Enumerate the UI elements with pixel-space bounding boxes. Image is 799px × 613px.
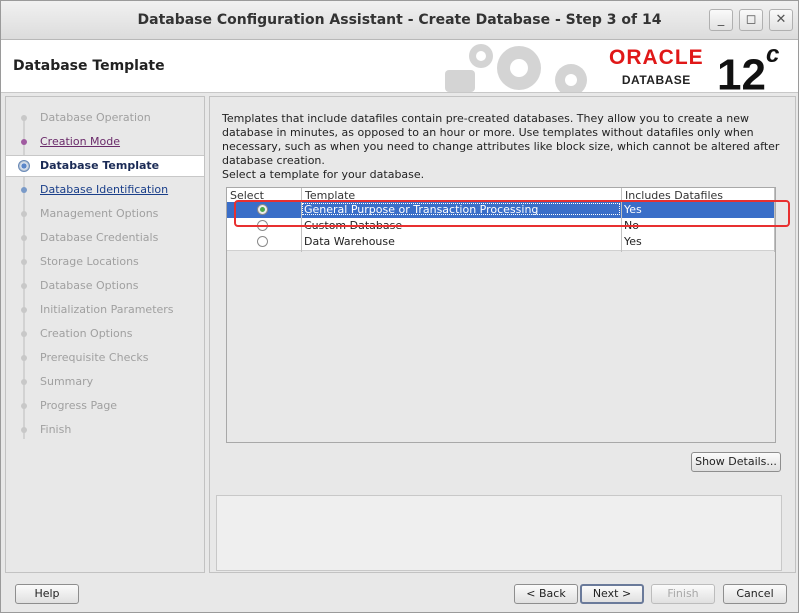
oracle-logo: ORACLE DATABASE bbox=[609, 46, 704, 88]
step-label: Summary bbox=[40, 375, 94, 388]
maximize-icon[interactable]: ◻ bbox=[739, 9, 763, 31]
help-button[interactable]: Help bbox=[15, 584, 79, 604]
oracle-brand: ORACLE bbox=[609, 46, 704, 69]
step-item: Database Operation bbox=[6, 107, 204, 129]
show-details-label: Show Details... bbox=[695, 455, 777, 468]
step-indicator-icon bbox=[21, 283, 27, 289]
finish-button[interactable]: Finish bbox=[651, 584, 715, 604]
step-label: Finish bbox=[40, 423, 72, 436]
template-name: Data Warehouse bbox=[304, 235, 395, 248]
step-item: Database Template bbox=[6, 155, 204, 177]
step-label: Database Operation bbox=[40, 111, 151, 124]
template-description: Templates that include datafiles contain… bbox=[222, 112, 780, 167]
cancel-button[interactable]: Cancel bbox=[723, 584, 787, 604]
content-panel: Templates that include datafiles contain… bbox=[209, 96, 796, 573]
step-item: Creation Options bbox=[6, 323, 204, 345]
steps-sidebar: Database Operation Creation Mode Database … bbox=[5, 96, 205, 573]
step-label: Database Template bbox=[40, 159, 160, 172]
minimize-icon[interactable]: _ bbox=[709, 9, 733, 31]
step-label: Creation Options bbox=[40, 327, 133, 340]
close-icon[interactable]: ✕ bbox=[769, 9, 793, 31]
step-label: Database Identification bbox=[40, 183, 169, 196]
finish-label: Finish bbox=[667, 587, 699, 600]
dbca-window: Database Configuration Assistant - Creat… bbox=[0, 0, 799, 613]
step-item: Management Options bbox=[6, 203, 204, 225]
step-label: Progress Page bbox=[40, 399, 118, 412]
message-area bbox=[216, 495, 782, 571]
annotation-highlight-box bbox=[234, 200, 790, 227]
step-item: Database Options bbox=[6, 275, 204, 297]
step-indicator-icon bbox=[21, 331, 27, 337]
version-suffix: c bbox=[765, 41, 780, 68]
step-label: Database Options bbox=[40, 279, 139, 292]
oracle-product: DATABASE bbox=[621, 73, 691, 87]
step-item[interactable]: Database Identification bbox=[6, 179, 204, 201]
step-indicator-icon bbox=[21, 259, 27, 265]
step-indicator-icon bbox=[21, 139, 27, 145]
window-title: Database Configuration Assistant - Creat… bbox=[137, 12, 662, 28]
step-indicator-icon bbox=[21, 355, 27, 361]
step-indicator-icon bbox=[21, 115, 27, 121]
step-indicator-icon bbox=[21, 379, 27, 385]
step-indicator-icon bbox=[21, 235, 27, 241]
step-item: Progress Page bbox=[6, 395, 204, 417]
back-button[interactable]: < Back bbox=[514, 584, 578, 604]
step-label: Prerequisite Checks bbox=[40, 351, 149, 364]
step-item: Prerequisite Checks bbox=[6, 347, 204, 369]
step-item: Summary bbox=[6, 371, 204, 393]
page-title: Database Template bbox=[13, 58, 165, 74]
step-indicator-icon bbox=[21, 427, 27, 433]
oracle-version: 12c bbox=[717, 41, 780, 93]
step-indicator-icon bbox=[18, 160, 30, 172]
step-item: Database Credentials bbox=[6, 227, 204, 249]
template-prompt: Select a template for your database. bbox=[222, 168, 425, 181]
back-label: < Back bbox=[526, 587, 566, 600]
show-details-button[interactable]: Show Details... bbox=[691, 452, 781, 472]
table-row[interactable]: Data Warehouse Yes bbox=[227, 234, 775, 251]
step-indicator-icon bbox=[21, 187, 27, 193]
title-bar[interactable]: Database Configuration Assistant - Creat… bbox=[1, 1, 798, 40]
cancel-label: Cancel bbox=[736, 587, 774, 600]
page-header: Database Template ORACLE DATABASE 12c bbox=[1, 40, 798, 93]
version-number: 12 bbox=[717, 50, 766, 93]
step-item[interactable]: Creation Mode bbox=[6, 131, 204, 153]
next-button[interactable]: Next > bbox=[580, 584, 644, 604]
step-item: Storage Locations bbox=[6, 251, 204, 273]
step-item: Initialization Parameters bbox=[6, 299, 204, 321]
help-label: Help bbox=[34, 587, 60, 600]
step-label: Initialization Parameters bbox=[40, 303, 174, 316]
step-indicator-icon bbox=[21, 403, 27, 409]
step-item: Finish bbox=[6, 419, 204, 441]
template-datafiles: Yes bbox=[624, 235, 642, 248]
step-label: Creation Mode bbox=[40, 135, 121, 148]
step-indicator-icon bbox=[21, 211, 27, 217]
step-label: Database Credentials bbox=[40, 231, 159, 244]
next-label: Next > bbox=[592, 587, 632, 600]
step-label: Management Options bbox=[40, 207, 159, 220]
step-indicator-icon bbox=[21, 307, 27, 313]
template-radio-warehouse[interactable] bbox=[257, 236, 268, 247]
gears-icon bbox=[445, 44, 587, 92]
step-label: Storage Locations bbox=[40, 255, 139, 268]
